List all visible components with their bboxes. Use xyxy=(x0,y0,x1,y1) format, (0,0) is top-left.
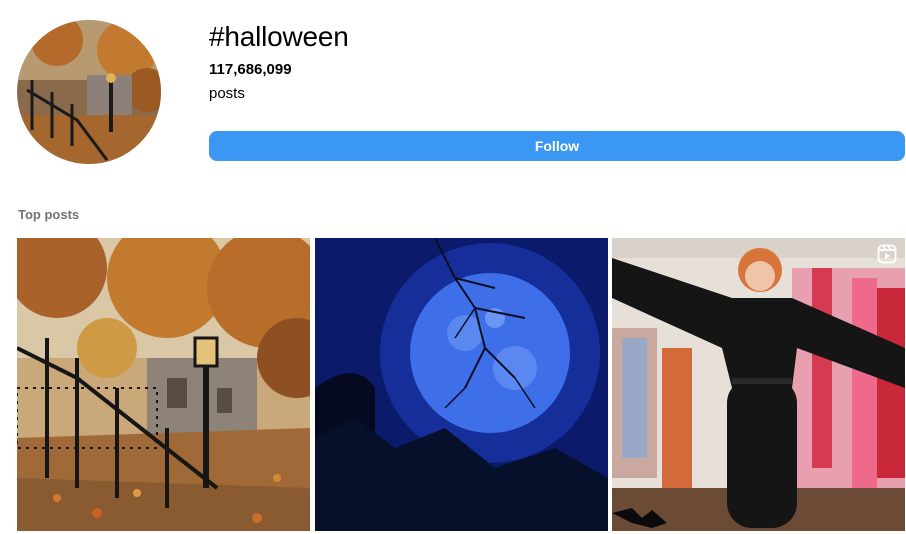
post-count: 117,686,099 xyxy=(209,61,292,78)
follow-button[interactable]: Follow xyxy=(209,131,905,161)
top-posts-grid xyxy=(17,238,906,534)
post-tile-autumn-stairs[interactable] xyxy=(17,238,310,531)
hashtag-avatar xyxy=(17,20,161,164)
autumn-stairs-image xyxy=(17,238,310,531)
post-tile-woman-shop[interactable] xyxy=(612,238,905,531)
page-title: #halloween xyxy=(209,21,349,52)
top-posts-label: Top posts xyxy=(18,207,80,222)
post-count-label: posts xyxy=(209,85,245,102)
post-tile-blue-moon[interactable] xyxy=(315,238,608,531)
blue-moon-image xyxy=(315,238,608,531)
avatar-image xyxy=(17,20,161,164)
reels-icon xyxy=(877,244,897,264)
woman-shop-image xyxy=(612,238,905,531)
hashtag-page: #halloween 117,686,099 posts Follow Top … xyxy=(0,0,906,534)
